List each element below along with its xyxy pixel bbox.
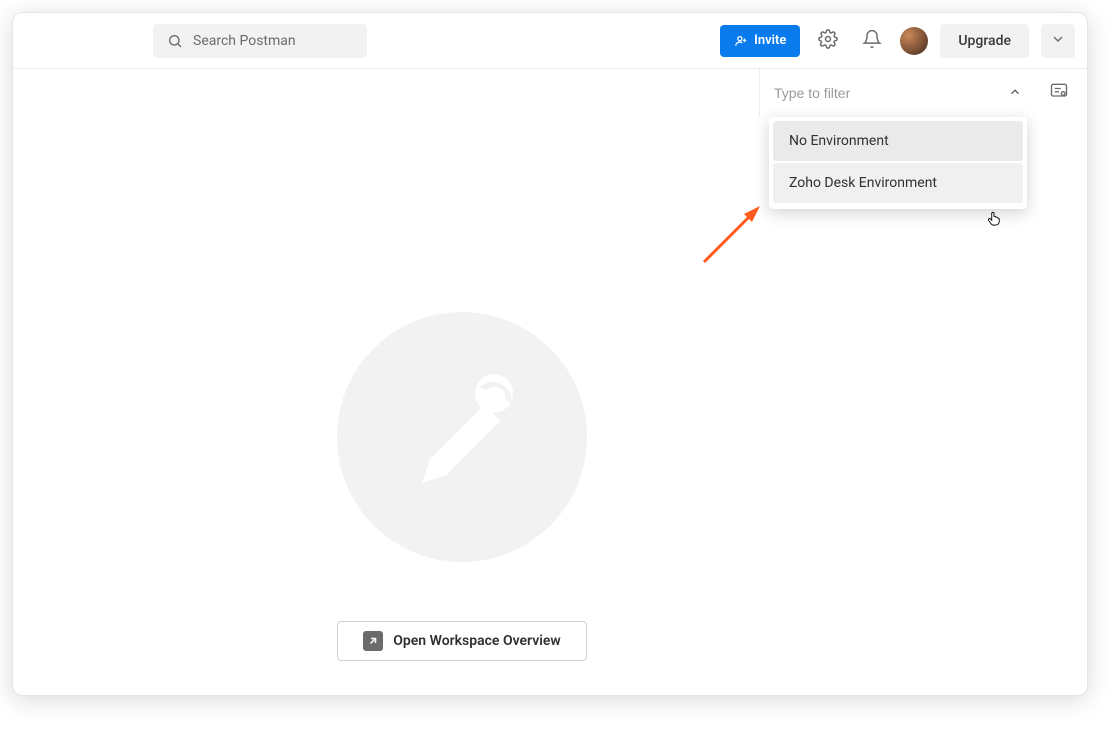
chevron-up-icon bbox=[1008, 84, 1022, 103]
environment-item-zoho-desk[interactable]: Zoho Desk Environment bbox=[773, 163, 1023, 203]
environment-quicklook-icon bbox=[1049, 81, 1069, 105]
environment-bar bbox=[13, 69, 1087, 117]
invite-button[interactable]: Invite bbox=[720, 25, 800, 57]
environment-collapse-button[interactable] bbox=[1003, 81, 1027, 105]
settings-button[interactable] bbox=[812, 25, 844, 57]
chevron-down-icon bbox=[1050, 31, 1066, 51]
postman-icon bbox=[382, 355, 542, 519]
environment-dropdown: No Environment Zoho Desk Environment bbox=[769, 117, 1027, 209]
postman-logo-placeholder bbox=[337, 312, 587, 562]
search-placeholder: Search Postman bbox=[193, 33, 296, 49]
search-icon bbox=[167, 33, 183, 49]
open-workspace-overview-label: Open Workspace Overview bbox=[393, 633, 561, 649]
notifications-button[interactable] bbox=[856, 25, 888, 57]
app-window: Search Postman Invite bbox=[12, 12, 1088, 696]
avatar[interactable] bbox=[900, 27, 928, 55]
upgrade-button[interactable]: Upgrade bbox=[940, 24, 1029, 58]
environment-item-label: No Environment bbox=[789, 133, 889, 149]
open-new-icon bbox=[363, 631, 383, 651]
search-box[interactable]: Search Postman bbox=[153, 24, 367, 58]
environment-picker[interactable] bbox=[759, 69, 1039, 117]
open-workspace-overview-button[interactable]: Open Workspace Overview bbox=[337, 621, 587, 661]
environment-quicklook-button[interactable] bbox=[1045, 79, 1073, 107]
environment-item-label: Zoho Desk Environment bbox=[789, 175, 937, 191]
environment-filter-input[interactable] bbox=[772, 77, 995, 109]
header-dropdown-button[interactable] bbox=[1041, 24, 1075, 58]
invite-label: Invite bbox=[754, 33, 786, 48]
add-user-icon bbox=[734, 34, 748, 48]
upgrade-label: Upgrade bbox=[958, 33, 1011, 49]
gear-icon bbox=[818, 29, 838, 53]
environment-item-no-environment[interactable]: No Environment bbox=[773, 121, 1023, 161]
app-header: Search Postman Invite bbox=[13, 13, 1087, 69]
bell-icon bbox=[862, 29, 882, 53]
